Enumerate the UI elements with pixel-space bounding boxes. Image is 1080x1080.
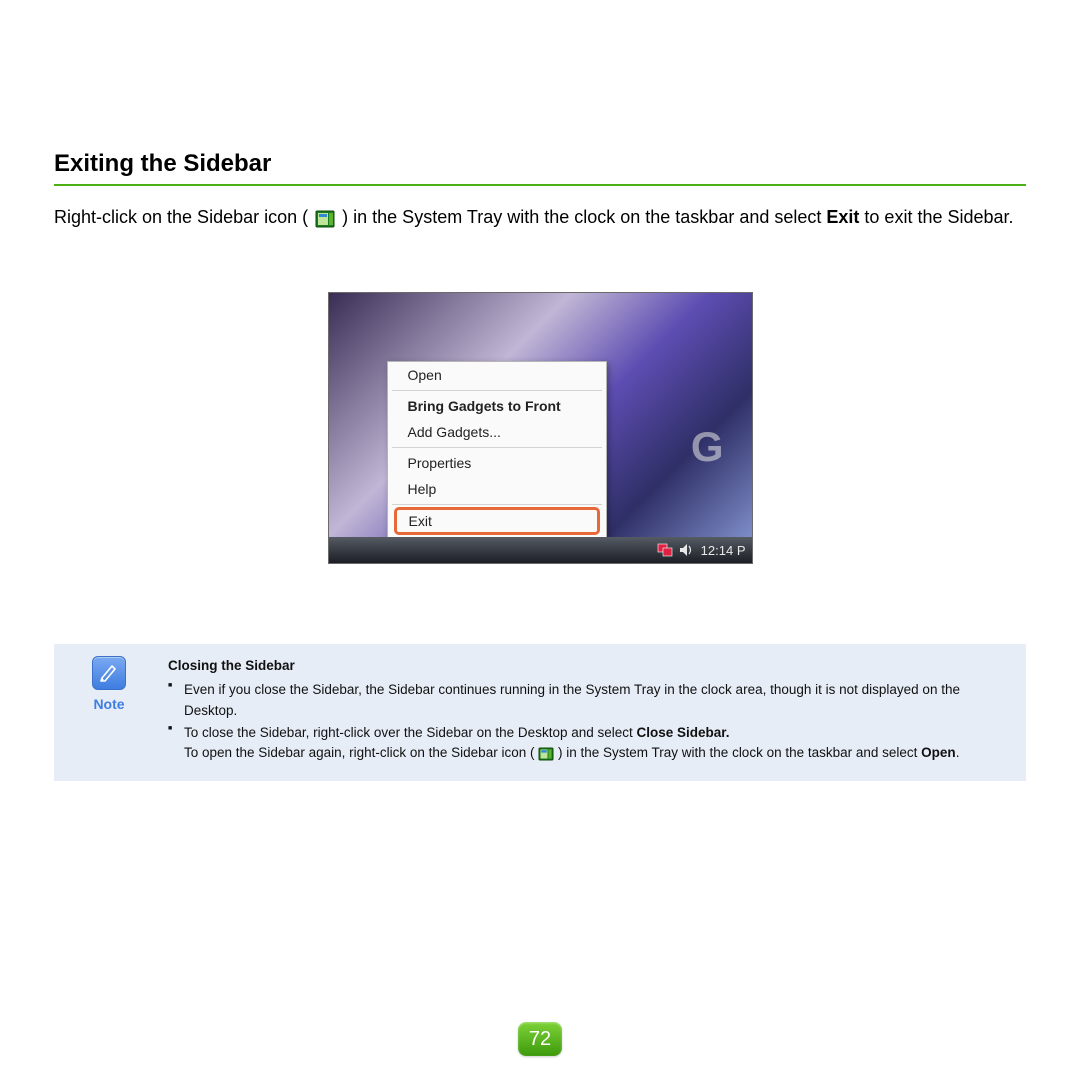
note-bullet-1: Even if you close the Sidebar, the Sideb… [168, 680, 1008, 721]
note-b2-c: ) in the System Tray with the clock on t… [558, 745, 921, 760]
body-text-2: ) in the System Tray with the clock on t… [342, 207, 826, 227]
menu-item-properties[interactable]: Properties [388, 450, 606, 476]
tray-volume-icon[interactable] [679, 543, 693, 557]
menu-item-open[interactable]: Open [388, 362, 606, 388]
taskbar-clock: 12:14 P [701, 543, 746, 558]
menu-item-add-gadgets[interactable]: Add Gadgets... [388, 419, 606, 445]
note-b2-a: To close the Sidebar, right-click over t… [184, 725, 637, 740]
menu-item-exit-highlighted[interactable]: Exit [394, 507, 600, 535]
document-page: Exiting the Sidebar Right-click on the S… [0, 0, 1080, 781]
note-b2-b: To open the Sidebar again, right-click o… [184, 745, 534, 760]
sidebar-context-menu: Open Bring Gadgets to Front Add Gadgets.… [387, 361, 607, 540]
menu-item-bring-gadgets-front[interactable]: Bring Gadgets to Front [388, 393, 606, 419]
note-b2-bold-close: Close Sidebar. [637, 725, 730, 740]
section-heading: Exiting the Sidebar [54, 150, 1026, 186]
desktop-screenshot: G Open Bring Gadgets to Front Add Gadget… [328, 292, 753, 564]
sidebar-tray-icon [315, 204, 335, 232]
page-number-badge: 72 [518, 1022, 562, 1056]
taskbar: 12:14 P [329, 537, 752, 563]
note-pencil-icon [92, 656, 126, 690]
body-text-1: Right-click on the Sidebar icon ( [54, 207, 308, 227]
body-text-bold-exit: Exit [826, 207, 859, 227]
note-left-column: Note [72, 656, 146, 765]
body-text-3: to exit the Sidebar. [864, 207, 1013, 227]
note-bullet-2: To close the Sidebar, right-click over t… [168, 723, 1008, 764]
note-title: Closing the Sidebar [168, 656, 1008, 676]
sidebar-tray-icon-small [538, 745, 558, 760]
note-box: Note Closing the Sidebar Even if you clo… [54, 644, 1026, 781]
menu-item-help[interactable]: Help [388, 476, 606, 502]
menu-separator [392, 390, 602, 391]
tray-network-icon[interactable] [657, 543, 673, 557]
note-body: Closing the Sidebar Even if you close th… [168, 656, 1008, 765]
desktop-brand-text: G [691, 423, 726, 471]
note-b2-d: . [956, 745, 960, 760]
body-paragraph: Right-click on the Sidebar icon ( ) in t… [54, 204, 1026, 232]
menu-separator [392, 504, 602, 505]
note-b2-bold-open: Open [921, 745, 956, 760]
screenshot-figure: G Open Bring Gadgets to Front Add Gadget… [328, 292, 753, 564]
note-label: Note [72, 696, 146, 712]
menu-separator [392, 447, 602, 448]
